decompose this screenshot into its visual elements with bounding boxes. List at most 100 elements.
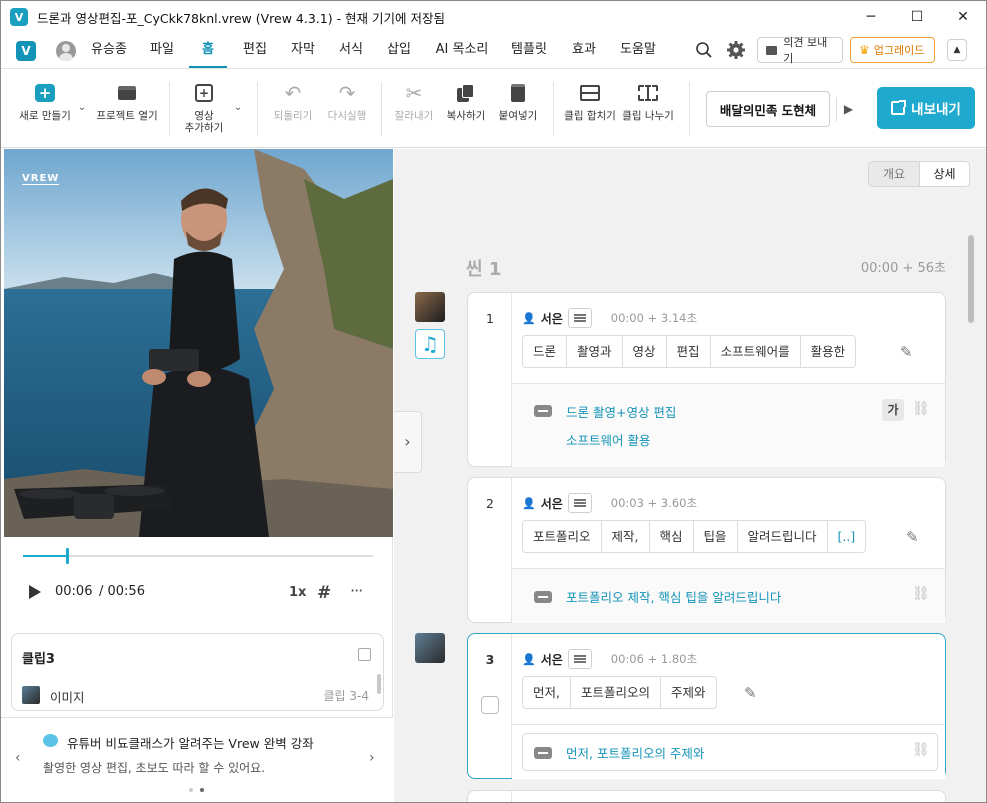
word-chip[interactable]: 소프트웨어를 [710,335,801,368]
menu-effects[interactable]: 효과 [566,33,602,68]
link-icon[interactable]: ⛓ [912,401,930,419]
expand-panel-chevron-icon[interactable]: › [394,411,422,473]
clip-number: 2 [486,496,494,511]
subtitle-line-1[interactable]: 포트폴리오 제작, 핵심 팁을 알려드립니다 [566,587,781,606]
toolbar-divider [381,82,382,136]
voice-settings-icon[interactable] [567,493,592,513]
music-note-icon[interactable]: ♫ [415,329,445,359]
add-video-button[interactable]: + 영상 추가하기 [177,70,231,148]
toolbar-more-arrow-icon[interactable]: ▶ [836,97,860,121]
clip-card-selected[interactable]: 3 👤 서은 00:06 + 1.80초 먼저, 포트폴리오의 주제와 ✎ 먼저… [467,633,946,779]
maximize-button[interactable]: ☐ [894,1,940,33]
feedback-button[interactable]: 의견 보내기 [757,36,843,65]
overview-tab[interactable]: 개요 [869,162,919,186]
close-button[interactable]: ✕ [940,1,986,33]
collapse-ribbon-button[interactable]: ▲ [947,39,967,61]
word-chip[interactable]: 촬영과 [567,335,623,368]
word-chip[interactable]: 활용한 [800,335,857,368]
playback-progress-handle[interactable] [65,548,69,564]
menu-home[interactable]: 홈 [189,33,227,68]
clip-panel-scrollbar[interactable] [377,674,381,694]
chevron-left-icon[interactable]: ‹ [15,750,21,766]
voice-settings-icon[interactable] [567,308,592,328]
text-style-button[interactable]: 가 [882,399,904,421]
menu-insert[interactable]: 삽입 [381,33,417,68]
speaker-name[interactable]: 서은 [541,495,563,512]
cut-button[interactable]: ✂ 잘라내기 [389,70,439,148]
carousel-dot[interactable] [189,788,193,792]
copy-button[interactable]: 복사하기 [441,70,491,148]
carousel-dot-active[interactable] [200,788,204,792]
clip-select-checkbox[interactable] [481,696,499,714]
clip-card[interactable] [467,790,946,802]
link-icon[interactable]: ⛓ [912,742,930,760]
link-icon[interactable]: ⛓ [912,586,930,604]
play-icon[interactable] [29,585,41,599]
new-project-dropdown[interactable]: ⌄ [75,70,89,148]
subtitle-line-1[interactable]: 먼저, 포트폴리오의 주제와 [566,743,704,762]
merge-clip-button[interactable]: 클립 합치기 [561,70,619,148]
voice-settings-icon[interactable] [567,649,592,669]
export-label: 내보내기 [911,102,961,118]
menu-ai-voice[interactable]: AI 목소리 [431,33,493,68]
word-chip[interactable]: 핵심 [649,520,694,553]
word-chip[interactable]: 주제와 [661,676,717,709]
left-panel: VREW 00:06 / 00:56 1x # ··· 클립3 이미지 클립 3… [1,149,393,802]
new-project-button[interactable]: + 새로 만들기 [15,70,75,148]
grid-icon[interactable]: # [317,583,331,603]
menu-subtitle[interactable]: 자막 [285,33,321,68]
menu-format[interactable]: 서식 [333,33,369,68]
playback-speed[interactable]: 1x [289,585,306,600]
clip-card[interactable]: 2 👤 서은 00:03 + 3.60초 포트폴리오 제작, 핵심 팁을 알려드… [467,477,946,623]
add-video-dropdown[interactable]: ⌄ [231,70,245,148]
word-chip[interactable]: 포트폴리오 [522,520,602,553]
word-chip[interactable]: 먼저, [522,676,571,709]
undo-button[interactable]: ↶ 되돌리기 [267,70,319,148]
export-button[interactable]: 내보내기 [877,87,975,129]
speaker-name[interactable]: 서은 [541,651,563,668]
more-options-icon[interactable]: ··· [350,581,363,600]
open-project-button[interactable]: 프로젝트 열기 [95,70,159,148]
chevron-right-icon[interactable]: › [369,750,375,766]
upgrade-button[interactable]: ♛ 업그레이드 [850,37,935,63]
carousel-dots[interactable] [189,788,204,792]
clip-card[interactable]: 1 👤 서은 00:00 + 3.14초 드론 촬영과 영상 편집 소프트웨어를… [467,292,946,467]
word-chip[interactable]: 제작, [601,520,650,553]
silence-chip[interactable]: [..] [827,520,867,553]
word-chip[interactable]: 드론 [522,335,568,368]
open-external-icon[interactable] [358,648,371,661]
user-avatar-icon[interactable] [56,40,76,61]
redo-button[interactable]: ↷ 다시실행 [321,70,373,148]
video-preview[interactable]: VREW [4,149,393,537]
pencil-icon[interactable]: ✎ [906,528,919,546]
playback-progress-bar[interactable] [23,548,373,564]
editor-scrollbar[interactable] [968,235,974,323]
subtitle-line-2[interactable]: 소프트웨어 활용 [566,430,650,449]
subtitle-line-1[interactable]: 드론 촬영+영상 편집 [566,402,676,421]
menu-template[interactable]: 템플릿 [506,33,552,68]
menu-edit[interactable]: 편집 [237,33,273,68]
menu-user-name[interactable]: 유승종 [87,33,131,68]
menu-help[interactable]: 도움말 [615,33,661,68]
word-chip[interactable]: 팁을 [693,520,738,553]
word-chip[interactable]: 영상 [622,335,667,368]
word-chip[interactable]: 알려드립니다 [737,520,828,553]
font-selector[interactable]: 배달의민족 도현체 [706,91,830,127]
paste-button[interactable]: 붙여넣기 [493,70,543,148]
split-clip-button[interactable]: 클립 나누기 [619,70,677,148]
menu-file[interactable]: 파일 [144,33,180,68]
gear-icon[interactable] [726,40,746,60]
word-chip[interactable]: 편집 [666,335,711,368]
speaker-name[interactable]: 서은 [541,310,563,327]
word-chip[interactable]: 포트폴리오의 [570,676,661,709]
pencil-icon[interactable]: ✎ [744,684,757,702]
promo-banner[interactable]: ‹ › 유튜버 비됴클래스가 알려주는 Vrew 완벽 강좌 촬영한 영상 편집… [1,717,393,802]
clip-thumbnail[interactable] [415,633,445,663]
clip-thumbnail[interactable] [415,292,445,322]
pencil-icon[interactable]: ✎ [900,343,913,361]
minimize-button[interactable]: ─ [848,1,894,33]
subtitle-icon [534,747,552,759]
detail-tab[interactable]: 상세 [918,162,969,186]
undo-label: 되돌리기 [273,110,313,122]
search-icon[interactable] [695,41,713,59]
